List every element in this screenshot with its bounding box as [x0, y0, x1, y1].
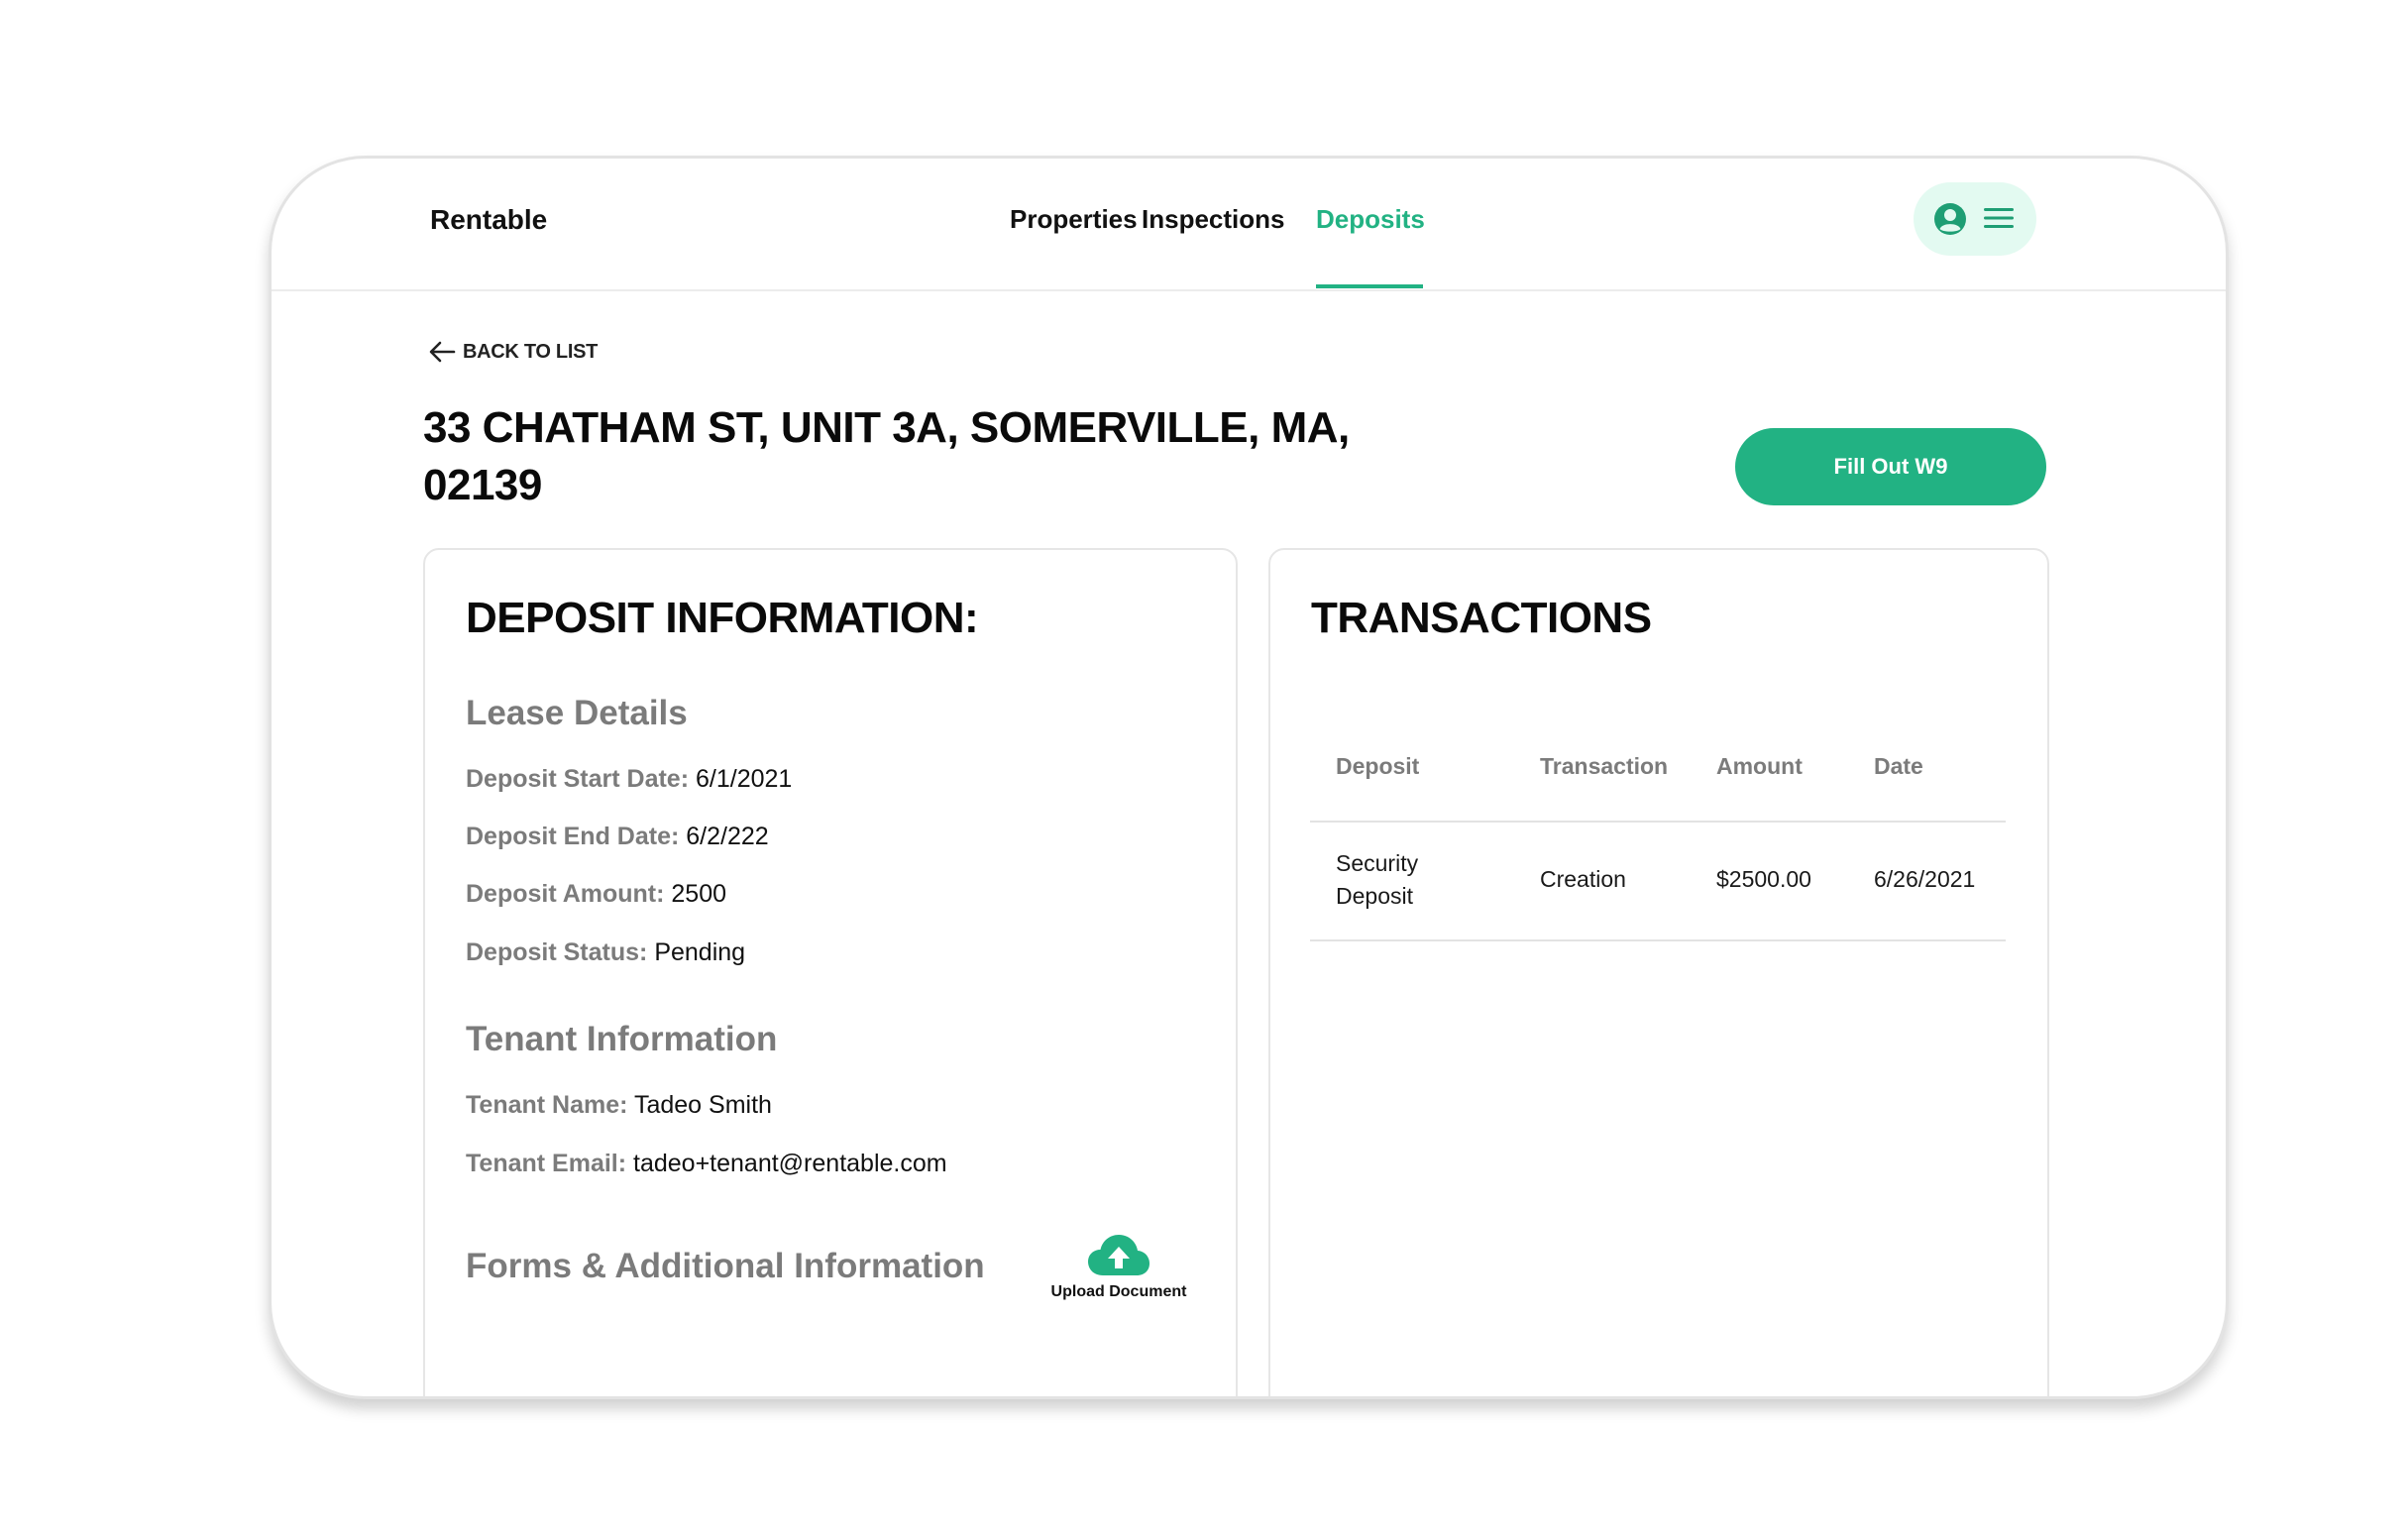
- deposit-amount-field: Deposit Amount: 2500: [466, 880, 726, 909]
- table-header-row: Deposit Transaction Amount Date: [1310, 723, 2006, 823]
- column-header-transaction[interactable]: Transaction: [1540, 753, 1668, 780]
- deposit-start-date-field: Deposit Start Date: 6/1/2021: [466, 765, 792, 794]
- tenant-email-field: Tenant Email: tadeo+tenant@rentable.com: [466, 1150, 947, 1178]
- deposit-end-date-field: Deposit End Date: 6/2/222: [466, 823, 769, 851]
- app-window: Rentable Properties Inspections Deposits…: [269, 156, 2229, 1399]
- forms-additional-information-heading: Forms & Additional Information: [466, 1247, 985, 1285]
- nav-deposits[interactable]: Deposits: [1316, 204, 1425, 235]
- brand-logo[interactable]: Rentable: [430, 204, 547, 236]
- address-line-1: 33 CHATHAM ST, UNIT 3A, SOMERVILLE, MA,: [423, 403, 1350, 452]
- deposit-information-card: DEPOSIT INFORMATION: Lease Details Depos…: [423, 548, 1238, 1396]
- nav-inspections[interactable]: Inspections: [1142, 204, 1284, 235]
- field-label: Deposit Amount:: [466, 880, 665, 908]
- tenant-information-heading: Tenant Information: [466, 1020, 778, 1058]
- field-label: Deposit Start Date:: [466, 765, 690, 793]
- back-to-list-link[interactable]: BACK TO LIST: [427, 332, 598, 372]
- field-value: Pending: [654, 938, 746, 966]
- property-address: 33 CHATHAM ST, UNIT 3A, SOMERVILLE, MA, …: [423, 399, 1414, 514]
- fill-out-w9-button[interactable]: Fill Out W9: [1735, 428, 2046, 505]
- tenant-name-field: Tenant Name: Tadeo Smith: [466, 1091, 772, 1120]
- header-divider: [272, 289, 2226, 291]
- cloud-upload-icon: [1088, 1235, 1149, 1275]
- back-to-list-label: BACK TO LIST: [463, 340, 599, 363]
- deposit-information-title: DEPOSIT INFORMATION:: [466, 594, 979, 642]
- field-value: 2500: [671, 880, 727, 908]
- user-menu-button[interactable]: [1914, 182, 2036, 256]
- upload-document-label: Upload Document: [1050, 1283, 1187, 1300]
- cell-deposit: Security Deposit: [1336, 850, 1419, 909]
- field-value: 6/2/222: [686, 823, 769, 850]
- top-nav-bar: Rentable Properties Inspections Deposits: [272, 159, 2226, 291]
- arrow-left-icon: [429, 341, 456, 363]
- field-label: Tenant Name:: [466, 1091, 628, 1119]
- column-header-date[interactable]: Date: [1874, 753, 1923, 780]
- transactions-card: TRANSACTIONS Deposit Transaction Amount …: [1268, 548, 2049, 1396]
- field-value: Tadeo Smith: [633, 1091, 772, 1119]
- cell-date: 6/26/2021: [1874, 866, 1976, 892]
- transactions-table: Deposit Transaction Amount Date Security…: [1310, 723, 2006, 941]
- field-value: tadeo+tenant@rentable.com: [633, 1150, 947, 1177]
- field-value: 6/1/2021: [696, 765, 793, 793]
- transactions-title: TRANSACTIONS: [1311, 594, 1652, 642]
- address-line-2: 02139: [423, 461, 542, 509]
- field-label: Deposit Status:: [466, 938, 648, 966]
- upload-document-button[interactable]: Upload Document: [1040, 1234, 1198, 1301]
- hamburger-menu-icon: [1984, 208, 2014, 228]
- column-header-deposit[interactable]: Deposit: [1336, 753, 1494, 780]
- field-label: Tenant Email:: [466, 1150, 627, 1177]
- field-label: Deposit End Date:: [466, 823, 680, 850]
- user-circle-icon: [1934, 203, 1966, 235]
- deposit-status-field: Deposit Status: Pending: [466, 938, 745, 967]
- cell-amount: $2500.00: [1716, 866, 1811, 892]
- lease-details-heading: Lease Details: [466, 694, 688, 732]
- nav-properties[interactable]: Properties: [1010, 204, 1138, 235]
- column-header-amount[interactable]: Amount: [1716, 753, 1803, 780]
- cell-transaction: Creation: [1540, 866, 1626, 892]
- active-tab-indicator: [1316, 284, 1423, 288]
- table-row[interactable]: Security Deposit Creation $2500.00 6/26/…: [1310, 823, 2006, 941]
